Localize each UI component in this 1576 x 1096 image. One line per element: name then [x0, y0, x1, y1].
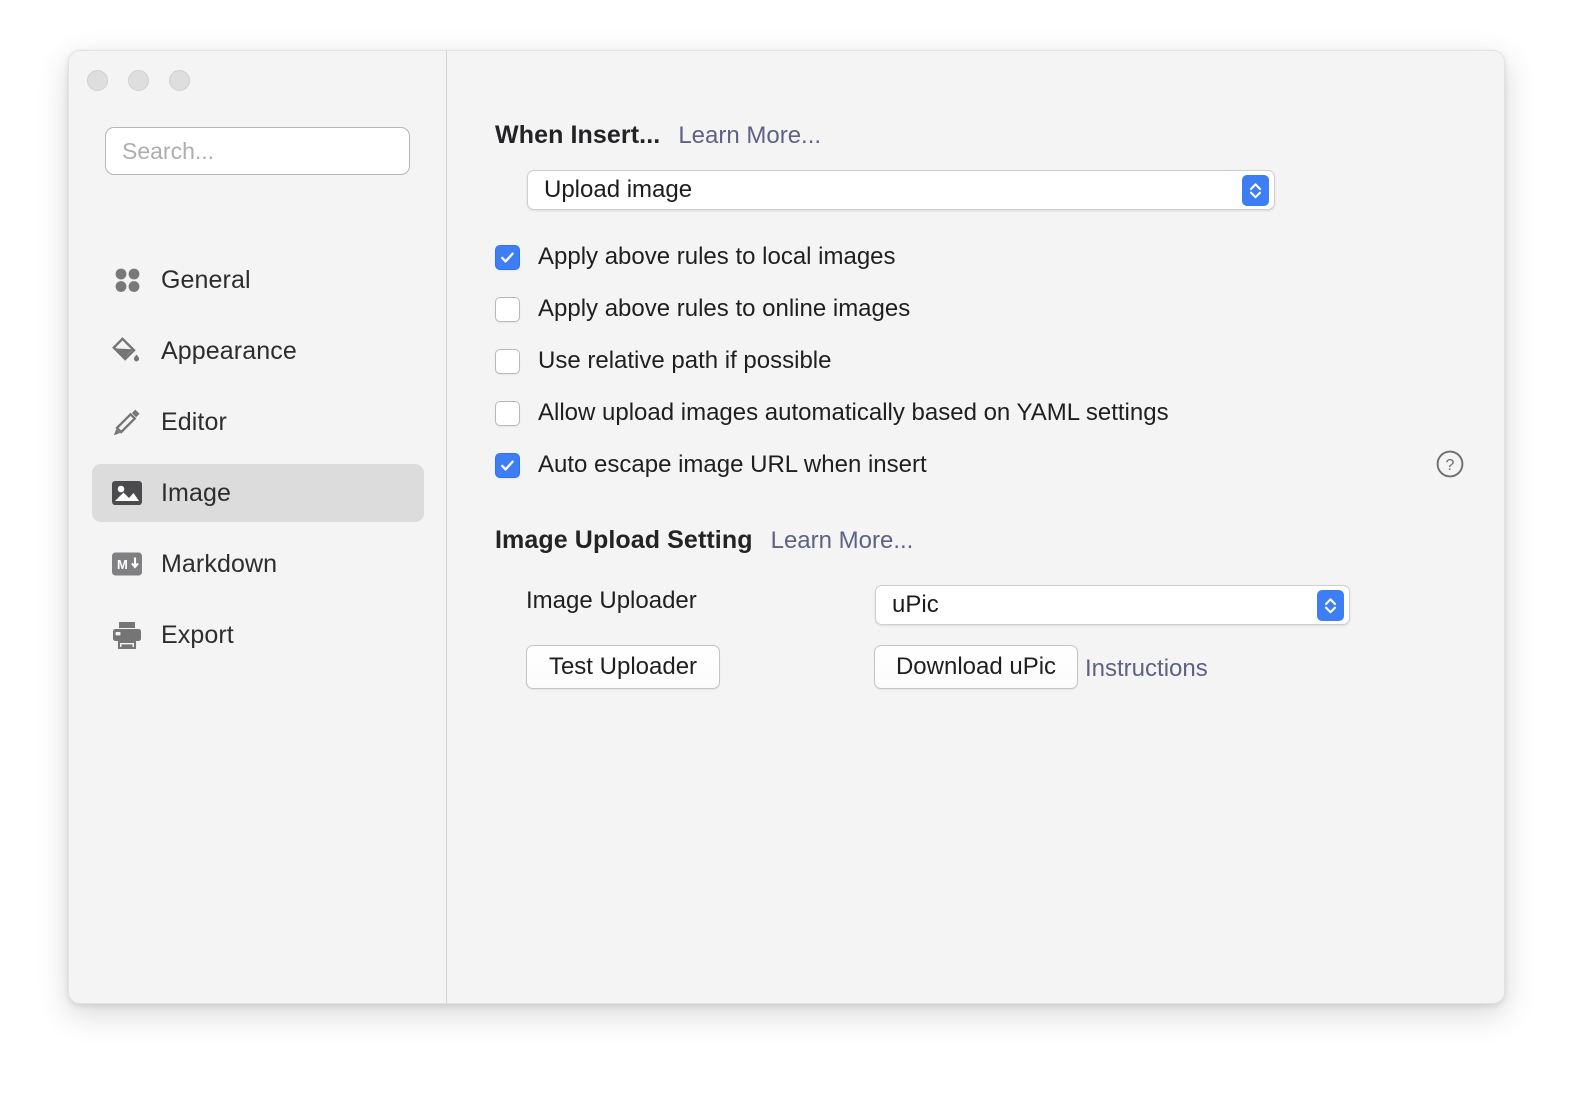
checkbox-auto-escape-url[interactable] — [495, 452, 520, 478]
close-button[interactable] — [87, 70, 108, 91]
sidebar: General Appearance — [69, 51, 447, 1003]
sidebar-item-label: General — [161, 265, 251, 294]
preferences-window: General Appearance — [68, 50, 1505, 1004]
paint-bucket-icon — [110, 334, 144, 368]
checkbox-yaml-auto-upload[interactable] — [495, 400, 520, 426]
search-input[interactable] — [105, 127, 410, 175]
image-icon — [110, 476, 144, 510]
section-title: Image Upload Setting — [495, 526, 753, 554]
learn-more-link-upload-setting[interactable]: Learn More... — [771, 527, 914, 555]
checkbox-row-apply-local[interactable]: Apply above rules to local images — [495, 231, 1169, 283]
sidebar-item-label: Image — [161, 478, 231, 507]
chevron-updown-icon[interactable] — [1242, 174, 1269, 206]
search-field-wrap — [105, 127, 410, 175]
printer-icon — [110, 618, 144, 652]
sidebar-item-general[interactable]: General — [92, 251, 424, 309]
checkbox-apply-local[interactable] — [495, 244, 520, 270]
checkbox-label: Auto escape image URL when insert — [538, 451, 927, 478]
instructions-link[interactable]: Instructions — [1085, 655, 1208, 683]
pencil-icon — [110, 405, 144, 439]
checkbox-label: Apply above rules to local images — [538, 243, 896, 270]
sidebar-item-label: Editor — [161, 407, 227, 436]
window-controls — [87, 70, 190, 91]
checkbox-row-apply-online[interactable]: Apply above rules to online images — [495, 283, 1169, 335]
svg-text:M: M — [117, 557, 128, 572]
chevron-updown-icon[interactable] — [1317, 589, 1344, 621]
checkbox-label: Use relative path if possible — [538, 347, 832, 374]
zoom-button[interactable] — [169, 70, 190, 91]
sidebar-item-appearance[interactable]: Appearance — [92, 322, 424, 380]
image-upload-setting-section-header: Image Upload Setting Learn More... — [495, 526, 913, 555]
when-insert-dropdown-value: Upload image — [544, 176, 693, 203]
image-uploader-dropdown[interactable]: uPic — [875, 585, 1350, 625]
image-uploader-label: Image Uploader — [526, 587, 697, 614]
checkbox-apply-online[interactable] — [495, 296, 520, 322]
checkbox-label: Allow upload images automatically based … — [538, 399, 1169, 426]
sidebar-item-label: Markdown — [161, 549, 278, 578]
image-uploader-dropdown-value: uPic — [892, 591, 939, 618]
sidebar-item-markdown[interactable]: M Markdown — [92, 535, 424, 593]
section-title: When Insert... — [495, 121, 661, 149]
sidebar-item-image[interactable]: Image — [92, 464, 424, 522]
sidebar-item-editor[interactable]: Editor — [92, 393, 424, 451]
sidebar-item-export[interactable]: Export — [92, 606, 424, 664]
when-insert-dropdown[interactable]: Upload image — [527, 170, 1275, 210]
checkbox-row-yaml-auto-upload[interactable]: Allow upload images automatically based … — [495, 387, 1169, 439]
when-insert-section-header: When Insert... Learn More... — [495, 121, 821, 150]
settings-pane-image: When Insert... Learn More... Upload imag… — [447, 51, 1504, 1003]
sidebar-nav-list: General Appearance Editor Image M Markdo… — [92, 251, 424, 677]
sidebar-item-label: Export — [161, 620, 234, 649]
when-insert-checkbox-group: Apply above rules to local images Apply … — [495, 231, 1169, 491]
learn-more-link-when-insert[interactable]: Learn More... — [678, 122, 821, 150]
svg-text:?: ? — [1446, 457, 1455, 474]
sidebar-item-label: Appearance — [161, 336, 297, 365]
minimize-button[interactable] — [128, 70, 149, 91]
checkbox-relative-path[interactable] — [495, 348, 520, 374]
grid-dots-icon — [110, 263, 144, 297]
download-upic-button[interactable]: Download uPic — [874, 645, 1078, 689]
desktop-backdrop: General Appearance — [0, 0, 1576, 1096]
test-uploader-button[interactable]: Test Uploader — [526, 645, 720, 689]
question-circle-icon[interactable]: ? — [1435, 449, 1465, 479]
markdown-icon: M — [110, 547, 144, 581]
checkbox-label: Apply above rules to online images — [538, 295, 911, 322]
checkbox-row-relative-path[interactable]: Use relative path if possible — [495, 335, 1169, 387]
checkbox-row-auto-escape-url[interactable]: Auto escape image URL when insert — [495, 439, 1169, 491]
